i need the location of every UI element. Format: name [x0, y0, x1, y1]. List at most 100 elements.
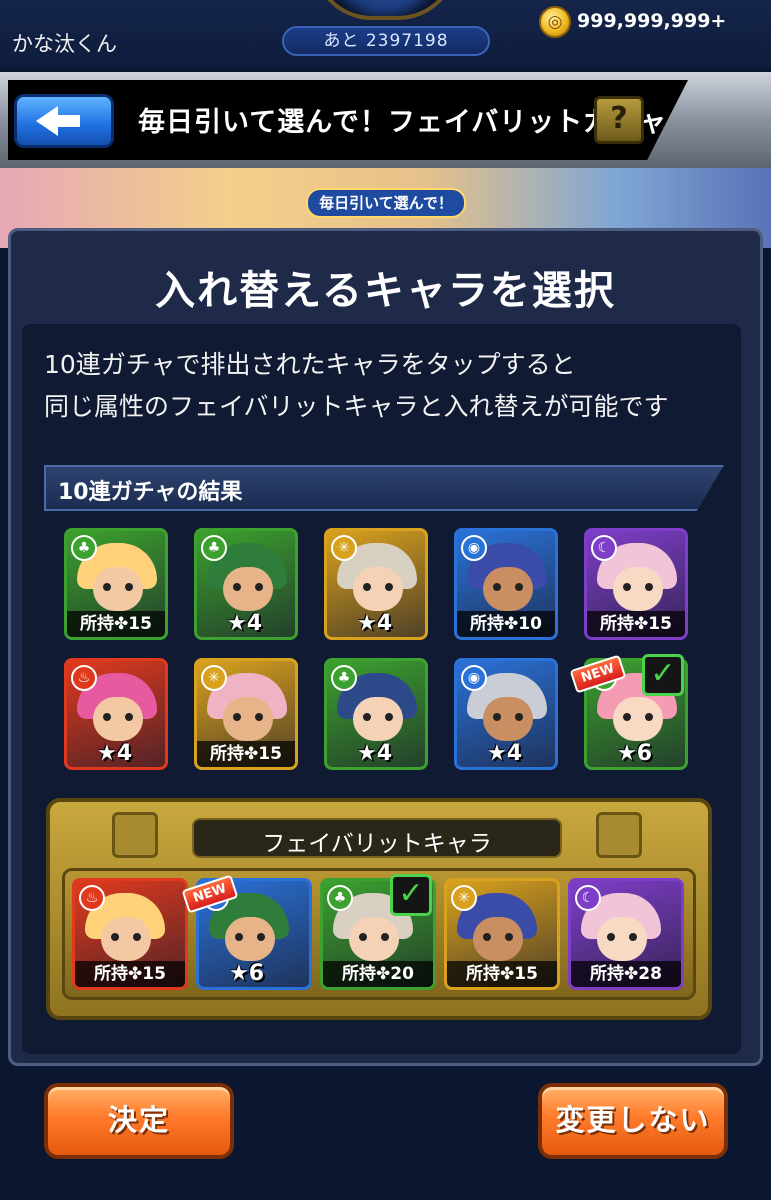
- fire-attribute-icon: ♨: [79, 885, 105, 911]
- character-face: [613, 567, 663, 611]
- no-change-button[interactable]: 変更しない: [538, 1083, 728, 1159]
- card-label: ★4: [97, 741, 133, 766]
- character-eye: [363, 713, 371, 721]
- card-label: ★4: [487, 741, 523, 766]
- checkmark-icon: ✓: [390, 874, 432, 916]
- character-face: [483, 567, 533, 611]
- character-face: [101, 917, 151, 961]
- card-label: 所持✤15: [75, 961, 185, 987]
- result-card[interactable]: ♨ ★4: [64, 658, 168, 770]
- character-eye: [623, 713, 631, 721]
- character-eye: [629, 933, 637, 941]
- light-attribute-icon: ✳: [201, 665, 227, 691]
- character-eye: [359, 933, 367, 941]
- coin-amount: 999,999,999+: [577, 10, 727, 32]
- result-card[interactable]: ♣ ★4: [324, 658, 428, 770]
- character-eye: [363, 583, 371, 591]
- character-face: [225, 917, 275, 961]
- character-eye: [255, 713, 263, 721]
- character-face: [613, 697, 663, 741]
- character-eye: [233, 583, 241, 591]
- back-arrow-tail: [58, 115, 80, 127]
- character-eye: [381, 933, 389, 941]
- character-face: [473, 917, 523, 961]
- water-attribute-icon: ◉: [461, 665, 487, 691]
- character-face: [483, 697, 533, 741]
- fire-attribute-icon: ♨: [71, 665, 97, 691]
- dark-attribute-icon: ☾: [591, 535, 617, 561]
- help-button[interactable]: ?: [594, 96, 644, 144]
- exp-remaining: あと 2397198: [282, 26, 490, 56]
- character-eye: [255, 583, 263, 591]
- description-line-1: 10連ガチャで排出されたキャラをタップすると: [44, 350, 576, 379]
- favorite-card[interactable]: ✳ 所持✤15: [444, 878, 560, 990]
- character-eye: [645, 583, 653, 591]
- character-eye: [493, 583, 501, 591]
- favorite-card[interactable]: ♨ 所持✤15: [72, 878, 188, 990]
- favorite-frame-slot: [112, 812, 158, 858]
- result-card[interactable]: ◉ 所持✤10: [454, 528, 558, 640]
- water-attribute-icon: ◉: [461, 535, 487, 561]
- character-eye: [515, 583, 523, 591]
- results-header: 10連ガチャの結果: [58, 480, 243, 505]
- character-face: [223, 697, 273, 741]
- back-button[interactable]: [14, 94, 114, 148]
- result-card[interactable]: ✳ ★4: [324, 528, 428, 640]
- panel-description: 10連ガチャで排出されたキャラをタップすると 同じ属性のフェイバリットキャラと入…: [44, 344, 744, 428]
- confirm-button[interactable]: 決定: [44, 1083, 234, 1159]
- character-eye: [103, 713, 111, 721]
- card-label: 所持✤15: [447, 961, 557, 987]
- back-arrow-icon: [36, 106, 58, 136]
- result-card[interactable]: ♣ 所持✤15: [64, 528, 168, 640]
- character-eye: [515, 713, 523, 721]
- checkmark-icon: ✓: [642, 654, 684, 696]
- favorite-card[interactable]: ☾ 所持✤28: [568, 878, 684, 990]
- character-eye: [103, 583, 111, 591]
- character-face: [223, 567, 273, 611]
- card-label: 所持✤10: [457, 611, 555, 637]
- character-face: [597, 917, 647, 961]
- description-line-2: 同じ属性のフェイバリットキャラと入れ替えが可能です: [44, 392, 669, 421]
- card-label: 所持✤15: [587, 611, 685, 637]
- card-label: 所持✤20: [323, 961, 433, 987]
- page-title: 毎日引いて選んで！フェイバリットガチャ: [138, 107, 668, 138]
- card-label: 所持✤15: [67, 611, 165, 637]
- character-face: [349, 917, 399, 961]
- character-eye: [385, 713, 393, 721]
- card-label: ★6: [617, 741, 653, 766]
- card-label: 所持✤28: [571, 961, 681, 987]
- result-card[interactable]: ✳ 所持✤15: [194, 658, 298, 770]
- character-eye: [483, 933, 491, 941]
- card-label: ★6: [229, 961, 265, 986]
- character-eye: [125, 713, 133, 721]
- result-card[interactable]: ☾ 所持✤15: [584, 528, 688, 640]
- panel-title: 入れ替えるキャラを選択: [155, 268, 616, 314]
- wood-attribute-icon: ♣: [201, 535, 227, 561]
- character-eye: [235, 933, 243, 941]
- character-eye: [505, 933, 513, 941]
- favorite-label: フェイバリットキャラ: [262, 831, 492, 857]
- coin-icon: ◎: [539, 6, 571, 38]
- character-eye: [257, 933, 265, 941]
- dark-attribute-icon: ☾: [575, 885, 601, 911]
- username: かな汰くん: [12, 32, 117, 56]
- light-attribute-icon: ✳: [331, 535, 357, 561]
- character-face: [93, 567, 143, 611]
- character-eye: [233, 713, 241, 721]
- character-face: [353, 697, 403, 741]
- result-card[interactable]: ♣ ★4: [194, 528, 298, 640]
- character-eye: [607, 933, 615, 941]
- card-label: ★4: [227, 611, 263, 636]
- wood-attribute-icon: ♣: [331, 665, 357, 691]
- card-label: 所持✤15: [197, 741, 295, 767]
- character-eye: [385, 583, 393, 591]
- character-eye: [493, 713, 501, 721]
- card-label: ★4: [357, 741, 393, 766]
- character-eye: [125, 583, 133, 591]
- character-face: [353, 567, 403, 611]
- favorite-frame-slot: [596, 812, 642, 858]
- character-eye: [645, 713, 653, 721]
- wood-attribute-icon: ♣: [71, 535, 97, 561]
- character-face: [93, 697, 143, 741]
- result-card[interactable]: ◉ ★4: [454, 658, 558, 770]
